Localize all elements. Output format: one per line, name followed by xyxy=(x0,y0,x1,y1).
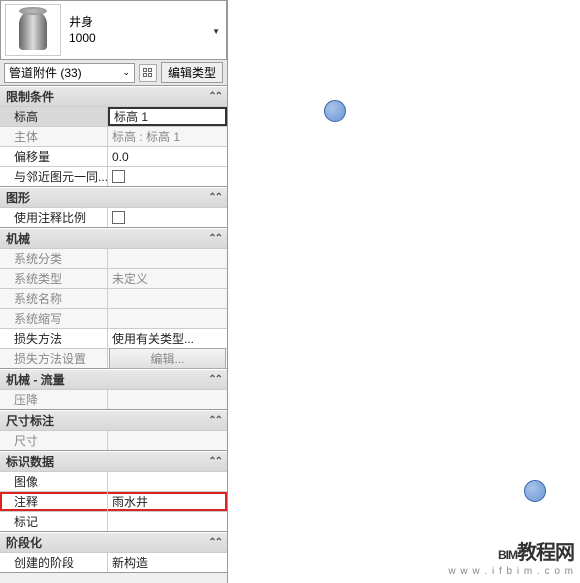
anno-scale-checkbox[interactable] xyxy=(108,208,227,227)
sys-class-label: 系统分类 xyxy=(0,249,108,268)
pressure-drop-label: 压降 xyxy=(0,390,108,409)
offset-value[interactable]: 0.0 xyxy=(108,147,227,166)
image-value[interactable] xyxy=(108,472,227,491)
comment-row: 注释雨水井 xyxy=(0,491,227,511)
collapse-icon: ⌃⌃ xyxy=(208,456,221,467)
drawing-canvas[interactable]: BIM教程网 w w w . i f b i m . c o m xyxy=(228,0,580,583)
category-label: 管道附件 (33) xyxy=(9,64,82,81)
sys-type-value: 未定义 xyxy=(108,269,227,288)
mark-value[interactable] xyxy=(108,512,227,531)
type-selector[interactable]: 井身 1000 ▼ xyxy=(0,0,227,60)
sys-name-value xyxy=(108,289,227,308)
category-selector[interactable]: 管道附件 (33) ⌄ xyxy=(4,63,135,83)
properties-panel: 井身 1000 ▼ 管道附件 (33) ⌄ 编辑类型 限制条件 ⌃⌃ 标高标高 … xyxy=(0,0,228,583)
loss-method-value[interactable]: 使用有关类型... xyxy=(108,329,227,348)
sys-abbrev-label: 系统缩写 xyxy=(0,309,108,328)
move-with-checkbox[interactable] xyxy=(108,167,227,186)
type-thumbnail xyxy=(5,4,61,56)
host-label: 主体 xyxy=(0,127,108,146)
collapse-icon: ⌃⌃ xyxy=(208,233,221,244)
section-dimensions[interactable]: 尺寸标注⌃⌃ xyxy=(0,410,227,430)
family-name: 井身 xyxy=(69,14,96,30)
watermark-logo: BIM教程网 w w w . i f b i m . c o m xyxy=(448,536,574,577)
sys-class-value xyxy=(108,249,227,268)
dropdown-icon: ▼ xyxy=(212,27,220,36)
edit-type-button[interactable]: 编辑类型 xyxy=(161,62,223,83)
size-label: 尺寸 xyxy=(0,431,108,450)
section-identity[interactable]: 标识数据⌃⌃ xyxy=(0,451,227,471)
sys-type-label: 系统类型 xyxy=(0,269,108,288)
phase-created-label: 创建的阶段 xyxy=(0,553,108,572)
size-value xyxy=(108,431,227,450)
type-size: 1000 xyxy=(69,30,96,46)
loss-settings-button[interactable]: 编辑... xyxy=(109,348,226,369)
section-mech-flow[interactable]: 机械 - 流量⌃⌃ xyxy=(0,369,227,389)
sys-abbrev-value xyxy=(108,309,227,328)
comment-label: 注释 xyxy=(0,492,108,511)
offset-label: 偏移量 xyxy=(0,147,108,166)
host-value: 标高 : 标高 1 xyxy=(108,127,227,146)
level-value[interactable]: 标高 1 xyxy=(108,107,227,126)
section-mechanical[interactable]: 机械⌃⌃ xyxy=(0,228,227,248)
filter-button[interactable] xyxy=(139,64,157,82)
mark-label: 标记 xyxy=(0,512,108,531)
section-phasing[interactable]: 阶段化⌃⌃ xyxy=(0,532,227,552)
sys-name-label: 系统名称 xyxy=(0,289,108,308)
collapse-icon: ⌃⌃ xyxy=(208,91,221,102)
comment-value[interactable]: 雨水井 xyxy=(108,492,227,511)
collapse-icon: ⌃⌃ xyxy=(208,415,221,426)
collapse-icon: ⌃⌃ xyxy=(208,374,221,385)
level-label: 标高 xyxy=(0,107,108,126)
toolbar: 管道附件 (33) ⌄ 编辑类型 xyxy=(0,60,227,86)
loss-method-label: 损失方法 xyxy=(0,329,108,348)
image-label: 图像 xyxy=(0,472,108,491)
anno-scale-label: 使用注释比例 xyxy=(0,208,108,227)
loss-settings-label: 损失方法设置 xyxy=(0,349,108,368)
element-circle[interactable] xyxy=(524,480,546,502)
phase-created-value[interactable]: 新构造 xyxy=(108,553,227,572)
pressure-drop-value xyxy=(108,390,227,409)
collapse-icon: ⌃⌃ xyxy=(208,192,221,203)
section-graphics[interactable]: 图形⌃⌃ xyxy=(0,187,227,207)
section-constraints[interactable]: 限制条件 ⌃⌃ xyxy=(0,86,227,106)
chevron-down-icon: ⌄ xyxy=(122,67,130,78)
collapse-icon: ⌃⌃ xyxy=(208,537,221,548)
element-circle[interactable] xyxy=(324,100,346,122)
move-with-label: 与邻近图元一同... xyxy=(0,167,108,186)
